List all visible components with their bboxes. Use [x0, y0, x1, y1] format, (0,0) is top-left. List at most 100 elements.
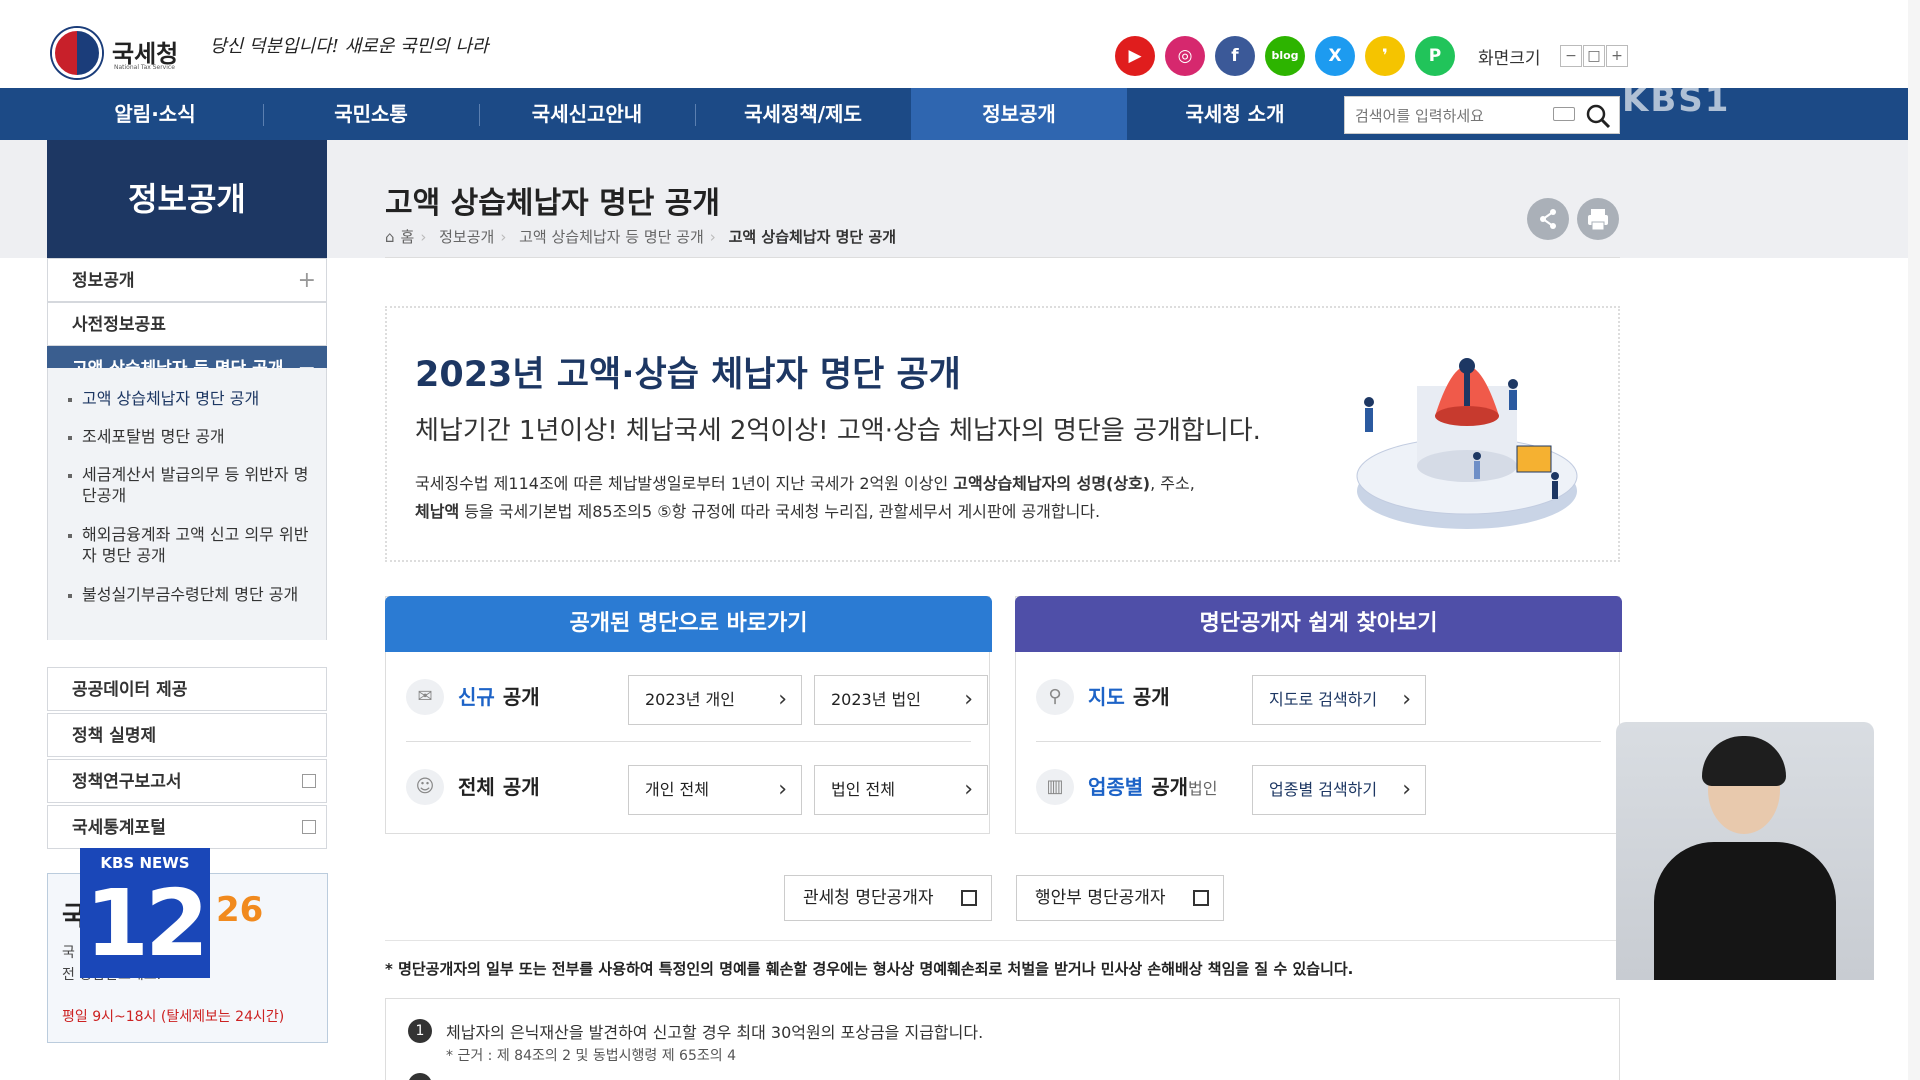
- submenu-item-delinquent[interactable]: 고액 상습체납자 명단 공개: [68, 388, 322, 409]
- interpreter-body: [1654, 842, 1836, 980]
- chevron-right-icon: ›: [1402, 777, 1411, 802]
- reward-notice: 1 체납자의 은닉재산을 발견하여 신고할 경우 최대 30억원의 포상금을 지…: [385, 998, 1620, 1080]
- divider: [385, 940, 1620, 941]
- mois-list-link[interactable]: 행안부 명단공개자: [1016, 875, 1224, 921]
- chevron-right-icon: ›: [778, 687, 787, 712]
- chevron-right-icon: ›: [964, 777, 973, 802]
- link-2023-corporate-button[interactable]: 2023년 법인 ›: [814, 675, 988, 725]
- button-label: 관세청 명단공개자: [803, 888, 934, 908]
- search-by-industry-button[interactable]: 업종별 검색하기 ›: [1252, 765, 1426, 815]
- nav-item-0[interactable]: 알림·소식: [47, 88, 263, 140]
- banner-subtitle: 체납기간 1년이상! 체납국세 2억이상! 고액·상습 체납자의 명단을 공개합…: [415, 416, 1261, 446]
- notice-number: [408, 1073, 432, 1080]
- search-by-map-button[interactable]: 지도로 검색하기 ›: [1252, 675, 1426, 725]
- nav-item-1[interactable]: 국민소통: [263, 88, 479, 140]
- post-icon[interactable]: P: [1415, 36, 1455, 76]
- easy-search-panel: 명단공개자 쉽게 찾아보기 ⚲ 지도 공개 지도로 검색하기 › ▥ 업종별 공개법인…: [1015, 596, 1622, 834]
- chevron-right-icon: ›: [778, 777, 787, 802]
- submenu-item-invoice-violators[interactable]: 세금계산서 발급의무 등 위반자 명단공개: [68, 464, 322, 506]
- blog-icon[interactable]: blog: [1265, 36, 1305, 76]
- site-header: 국세청 National Tax Service 당신 덕분입니다! 새로운 국…: [0, 0, 1920, 88]
- logo-subtext: National Tax Service: [114, 64, 175, 71]
- row-label: 전체 공개: [458, 771, 540, 800]
- interpreter-hair: [1702, 736, 1786, 786]
- sidebar-item-research-reports[interactable]: 정책연구보고서: [47, 759, 327, 803]
- banner-text: 국세징수법 제114조에 따른 체납발생일로부터 1년이 지난 국세가 2억원 …: [415, 474, 954, 493]
- search-icon[interactable]: [1585, 103, 1611, 129]
- consult-hours: 평일 9시~18시 (탈세제보는 24시간): [62, 1009, 285, 1025]
- intro-banner: 2023년 고액·상습 체납자 명단 공개 체납기간 1년이상! 체납국세 2억…: [385, 306, 1620, 562]
- row-label-key: 지도: [1088, 685, 1125, 709]
- home-icon[interactable]: ⌂: [385, 228, 395, 246]
- facebook-icon[interactable]: f: [1215, 36, 1255, 76]
- kbs-news-channel-logo: KBS NEWS 12: [80, 848, 210, 978]
- button-label: 지도로 검색하기: [1269, 690, 1378, 709]
- panel-row-new: ✉ 신규 공개 2023년 개인 › 2023년 법인 ›: [406, 653, 988, 741]
- row-label: 신규 공개: [458, 681, 540, 710]
- external-link-icon: [1193, 890, 1209, 906]
- instagram-icon[interactable]: ◎: [1165, 36, 1205, 76]
- divider: [406, 741, 971, 742]
- banner-title: 2023년 고액·상습 체납자 명단 공개: [415, 355, 961, 395]
- submenu-item-foreign-account[interactable]: 해외금융계좌 고액 신고 의무 위반자 명단 공개: [68, 524, 322, 566]
- nav-item-3[interactable]: 국세정책/제도: [695, 88, 911, 140]
- divider: [385, 257, 1620, 258]
- banner-description: 체납액 등을 국세기본법 제85조의5 ⑤항 규정에 따라 국세청 누리집, 관…: [415, 498, 1100, 522]
- share-button[interactable]: [1527, 198, 1569, 240]
- sidebar-submenu: 고액 상습체납자 명단 공개 조세포탈범 명단 공개 세금계산서 발급의무 등 …: [47, 368, 327, 640]
- sidebar-item-label: 사전정보공표: [72, 315, 166, 335]
- panel-row-map: ⚲ 지도 공개 지도로 검색하기 ›: [1036, 653, 1601, 741]
- link-2023-individual-button[interactable]: 2023년 개인 ›: [628, 675, 802, 725]
- divider: [1036, 741, 1601, 742]
- breadcrumb-item[interactable]: 홈: [401, 228, 415, 246]
- nav-separator: [263, 104, 264, 126]
- banner-text: 등을 국세기본법 제85조의5 ⑤항 규정에 따라 국세청 누리집, 관할세무서…: [459, 502, 1101, 521]
- button-label: 법인 전체: [831, 780, 895, 799]
- keyboard-icon[interactable]: [1553, 107, 1575, 121]
- print-icon: [1588, 209, 1608, 231]
- zoom-out-button[interactable]: −: [1560, 45, 1582, 67]
- nav-item-4[interactable]: 정보공개: [911, 88, 1127, 140]
- zoom-in-button[interactable]: +: [1606, 45, 1628, 67]
- zoom-reset-button[interactable]: □: [1583, 45, 1605, 67]
- page-scrollbar[interactable]: [1908, 0, 1920, 1080]
- panel-row-industry: ▥ 업종별 공개법인 업종별 검색하기 ›: [1036, 743, 1601, 831]
- sidebar-item-public-data[interactable]: 공공데이터 제공: [47, 667, 327, 711]
- external-link-icon: [961, 890, 977, 906]
- page: 국세청 National Tax Service 당신 덕분입니다! 새로운 국…: [0, 0, 1920, 1080]
- button-label: 2023년 개인: [645, 690, 735, 709]
- sidebar-item-tax-statistics[interactable]: 국세통계포털: [47, 805, 327, 849]
- consult-number: 26: [216, 890, 264, 930]
- search-box: [1344, 96, 1620, 134]
- link-all-individual-button[interactable]: 개인 전체 ›: [628, 765, 802, 815]
- search-input[interactable]: [1355, 105, 1545, 127]
- link-all-corporate-button[interactable]: 법인 전체 ›: [814, 765, 988, 815]
- banner-text-bold: 체납액: [415, 502, 460, 521]
- notice-subtext: * 근거 : 제 84조의 2 및 동법시행령 제 65조의 4: [446, 1048, 736, 1064]
- row-label-text: 공개: [1151, 775, 1189, 799]
- x-icon[interactable]: X: [1315, 36, 1355, 76]
- youtube-icon[interactable]: ▶: [1115, 36, 1155, 76]
- customs-list-link[interactable]: 관세청 명단공개자: [784, 875, 992, 921]
- kakao-icon[interactable]: ❜: [1365, 36, 1405, 76]
- row-label-text: 공개: [1132, 685, 1170, 709]
- breadcrumb-item[interactable]: 고액 상습체납자 등 명단 공개: [519, 228, 704, 246]
- row-label-text: 공개: [502, 775, 540, 799]
- nav-item-2[interactable]: 국세신고안내: [479, 88, 695, 140]
- nav-item-5[interactable]: 국세청 소개: [1127, 88, 1343, 140]
- banner-text: , 주소,: [1150, 474, 1195, 493]
- sidebar-item-policy-realname[interactable]: 정책 실명제: [47, 713, 327, 757]
- sidebar-item-pre-disclosure[interactable]: 사전정보공표: [47, 302, 327, 346]
- slogan: 당신 덕분입니다! 새로운 국민의 나라: [210, 36, 489, 57]
- chevron-right-icon: ›: [964, 687, 973, 712]
- warning-siren-illustration-icon: [1356, 358, 1578, 529]
- breadcrumb-item[interactable]: 정보공개: [439, 228, 494, 246]
- nts-logo-icon[interactable]: [52, 28, 102, 78]
- sidebar-item-info-disclosure[interactable]: 정보공개 +: [47, 258, 327, 302]
- submenu-item-tax-evaders[interactable]: 조세포탈범 명단 공개: [68, 426, 322, 447]
- banner-description: 국세징수법 제114조에 따른 체납발생일로부터 1년이 지난 국세가 2억원 …: [415, 470, 1195, 494]
- print-button[interactable]: [1577, 198, 1619, 240]
- submenu-item-donation-groups[interactable]: 불성실기부금수령단체 명단 공개: [68, 584, 322, 605]
- group-icon: ☺: [406, 769, 444, 805]
- sidebar-item-label: 정책연구보고서: [72, 772, 182, 792]
